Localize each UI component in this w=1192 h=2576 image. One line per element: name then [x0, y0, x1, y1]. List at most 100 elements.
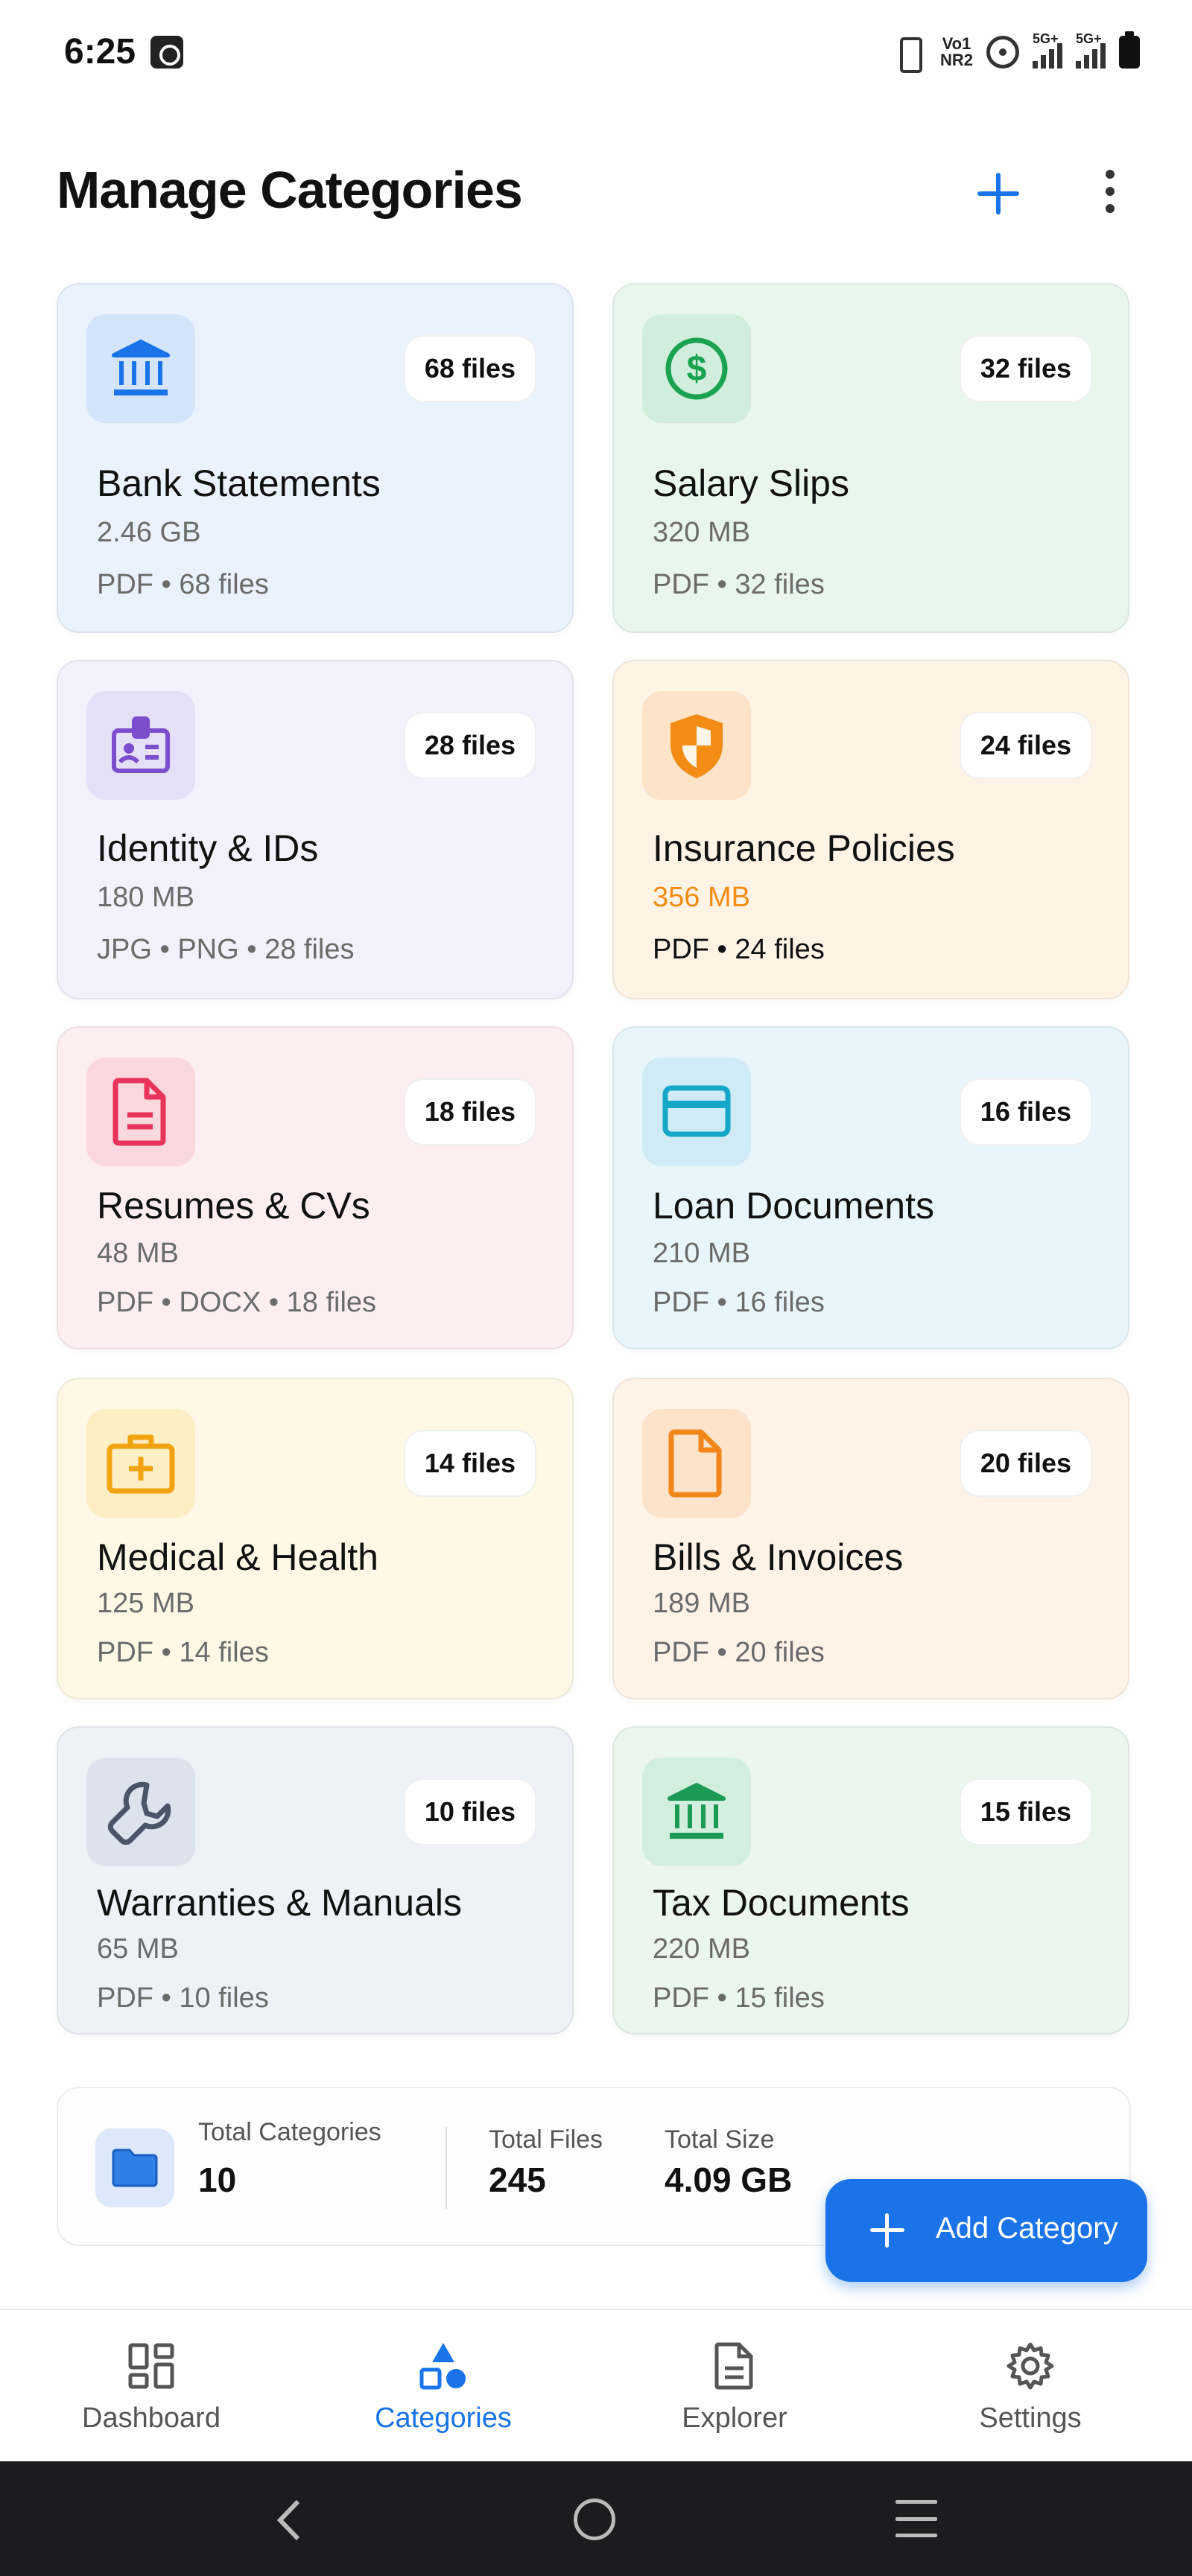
file-count-badge: 18 files — [403, 1078, 536, 1145]
category-name: Bills & Invoices — [653, 1536, 904, 1578]
category-card-medical-and-health[interactable]: 14 files Medical & Health 125 MB PDF • 14 f… — [57, 1378, 574, 1699]
nav-categories[interactable]: Categories — [332, 2340, 555, 2435]
nav-explorer[interactable]: Explorer — [623, 2340, 846, 2435]
category-meta: PDF • 20 files — [653, 1637, 825, 1668]
nav-settings[interactable]: Settings — [919, 2340, 1142, 2435]
file-count-badge: 16 files — [959, 1078, 1092, 1145]
document-icon — [86, 1058, 195, 1166]
bottom-navigation: Dashboard Categories Explorer Settings — [0, 2309, 1192, 2461]
category-meta: JPG • PNG • 28 files — [97, 934, 355, 965]
more-options-icon[interactable] — [1091, 165, 1129, 217]
file-count-badge: 15 files — [959, 1778, 1092, 1845]
recents-icon[interactable] — [895, 2500, 937, 2537]
total-categories-value: 10 — [198, 2160, 237, 2199]
wrench-icon — [86, 1758, 195, 1866]
category-name: Warranties & Manuals — [97, 1882, 462, 1924]
category-size: 356 MB — [653, 882, 750, 913]
category-card-warranties-and-manuals[interactable]: 10 files Warranties & Manuals 65 MB PDF • 1… — [57, 1726, 574, 2035]
signal-label-2: 5G+ — [1076, 31, 1102, 46]
add-category-label: Add Category — [936, 2212, 1118, 2245]
category-name: Bank Statements — [97, 462, 381, 504]
bank-icon — [642, 1758, 751, 1866]
summary-divider — [446, 2127, 447, 2209]
signal-icon: 5G+ — [1033, 31, 1062, 69]
plus-icon — [870, 2213, 904, 2248]
category-size: 189 MB — [653, 1588, 750, 1619]
svg-text:$: $ — [687, 349, 707, 389]
category-card-identity-and-ids[interactable]: 28 files Identity & IDs 180 MB JPG • PNG • … — [57, 660, 574, 999]
category-meta: PDF • 68 files — [97, 569, 269, 600]
nav-dashboard[interactable]: Dashboard — [39, 2340, 263, 2435]
category-size: 65 MB — [97, 1933, 179, 1965]
file-count-badge: 20 files — [959, 1430, 1092, 1497]
category-card-loan-documents[interactable]: 16 files Loan Documents 210 MB PDF • 16 fil… — [612, 1026, 1129, 1349]
category-card-bills-and-invoices[interactable]: 20 files Bills & Invoices 189 MB PDF • 20 f… — [612, 1378, 1129, 1699]
signal-icon-2: 5G+ — [1076, 31, 1106, 69]
file-count-badge: 14 files — [403, 1430, 536, 1497]
category-size: 180 MB — [97, 882, 194, 913]
category-name: Resumes & CVs — [97, 1185, 370, 1227]
nav-categories-label: Categories — [375, 2402, 512, 2434]
dashboard-icon — [125, 2340, 177, 2392]
category-meta: PDF • 16 files — [653, 1287, 825, 1318]
category-size: 320 MB — [653, 517, 750, 548]
category-name: Loan Documents — [653, 1185, 935, 1227]
category-card-resumes-and-cvs[interactable]: 18 files Resumes & CVs 48 MB PDF • DOCX • 1… — [57, 1026, 574, 1349]
hotspot-icon — [986, 36, 1019, 69]
category-card-insurance-policies[interactable]: 24 files Insurance Policies 356 MB PDF • 24… — [612, 660, 1129, 999]
volte-indicator: Vo1 NR2 — [939, 34, 973, 69]
category-size: 2.46 GB — [97, 517, 201, 548]
category-card-tax-documents[interactable]: 15 files Tax Documents 220 MB PDF • 15 file… — [612, 1726, 1129, 2035]
category-size: 48 MB — [97, 1238, 179, 1269]
category-meta: PDF • 14 files — [97, 1637, 269, 1668]
signal-label: 5G+ — [1033, 31, 1059, 46]
category-size: 210 MB — [653, 1238, 750, 1269]
bank-icon — [86, 314, 195, 423]
home-icon[interactable] — [574, 2499, 615, 2540]
credit-card-icon — [642, 1058, 751, 1166]
total-size-value: 4.09 GB — [665, 2160, 793, 2199]
file-count-badge: 32 files — [959, 335, 1092, 402]
nav-dashboard-label: Dashboard — [82, 2402, 221, 2434]
id-badge-icon — [86, 691, 195, 800]
file-count-badge: 28 files — [403, 712, 536, 779]
category-size: 125 MB — [97, 1588, 194, 1619]
file-count-badge: 68 files — [403, 335, 536, 402]
total-files-value: 245 — [489, 2160, 546, 2199]
vibrate-icon — [890, 36, 927, 73]
explorer-icon — [708, 2340, 761, 2392]
status-icons: Vo1 NR2 5G+ 5G+ — [890, 30, 1140, 74]
category-card-salary-slips[interactable]: $32 files Salary Slips 320 MB PDF • 32 file… — [612, 283, 1129, 633]
category-meta: PDF • 10 files — [97, 1982, 269, 2014]
back-icon[interactable] — [267, 2494, 311, 2546]
category-name: Tax Documents — [653, 1882, 910, 1924]
categories-icon — [417, 2340, 469, 2392]
gear-icon — [1004, 2340, 1056, 2392]
page-title: Manage Categories — [57, 161, 523, 219]
category-meta: PDF • 32 files — [653, 569, 825, 600]
file-count-badge: 10 files — [403, 1778, 536, 1845]
category-size: 220 MB — [653, 1933, 750, 1965]
folder-icon — [95, 2128, 174, 2207]
system-navigation-bar — [0, 2461, 1192, 2576]
medical-kit-icon — [86, 1409, 195, 1518]
category-meta: PDF • 24 files — [653, 934, 825, 965]
file-icon — [642, 1409, 751, 1518]
category-name: Insurance Policies — [653, 827, 955, 869]
total-size-label: Total Size — [665, 2125, 775, 2154]
add-category-button[interactable]: Add Category — [825, 2179, 1147, 2282]
total-files-label: Total Files — [489, 2125, 603, 2154]
status-bar: 6:25 Vo1 NR2 5G+ 5G+ — [0, 0, 1192, 104]
notification-icon — [150, 36, 183, 69]
add-icon-button[interactable] — [968, 164, 1028, 223]
nav-explorer-label: Explorer — [682, 2402, 787, 2434]
category-name: Medical & Health — [97, 1536, 378, 1578]
category-meta: PDF • DOCX • 18 files — [97, 1287, 377, 1318]
dollar-icon: $ — [642, 314, 751, 423]
category-name: Identity & IDs — [97, 827, 319, 869]
shield-icon — [642, 691, 751, 800]
file-count-badge: 24 files — [959, 712, 1092, 779]
battery-icon — [1119, 31, 1140, 69]
category-card-bank-statements[interactable]: 68 files Bank Statements 2.46 GB PDF • 68 f… — [57, 283, 574, 633]
status-time: 6:25 — [64, 32, 136, 71]
